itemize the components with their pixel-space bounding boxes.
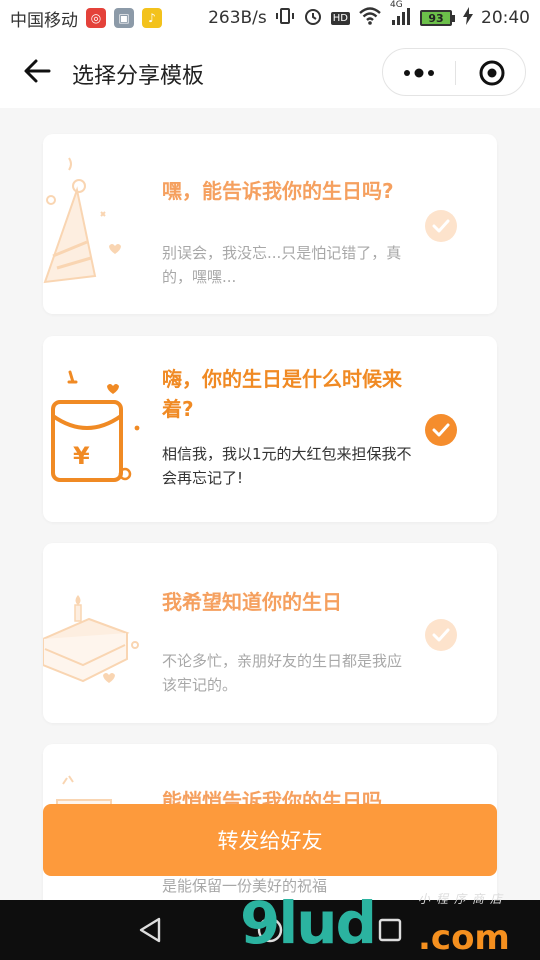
system-recent-button[interactable] xyxy=(374,914,406,946)
red-envelope-yuan-icon: ¥ xyxy=(51,370,140,482)
system-home-button[interactable] xyxy=(254,914,286,946)
signal-icon: 4G xyxy=(390,0,412,31)
network-type: 4G xyxy=(390,0,403,10)
carrier-label: 中国移动 xyxy=(10,10,78,31)
network-speed: 263B/s xyxy=(208,8,267,28)
alarm-icon xyxy=(303,6,323,31)
template-card-1[interactable]: 嘿，能告诉我你的生日吗? 别误会，我没忘...只是怕记错了，真的，嘿嘿... xyxy=(43,134,497,314)
music-app-icon: ♪ xyxy=(142,8,162,28)
battery-icon: 93 xyxy=(420,10,455,26)
check-circle-icon xyxy=(425,210,457,242)
square-recent-icon xyxy=(378,918,402,942)
vibrate-icon xyxy=(275,6,295,31)
template-subtitle: 别误会，我没忘...只是怕记错了，真的，嘿嘿... xyxy=(162,244,402,286)
gallery-icon: ▣ xyxy=(114,8,134,28)
charging-icon xyxy=(463,6,473,30)
check-circle-icon xyxy=(425,619,457,651)
triangle-back-icon xyxy=(139,917,161,943)
hd-badge: HD xyxy=(330,11,350,25)
target-circle-icon xyxy=(479,60,504,86)
template-subtitle: 不论多忙，亲朋好友的生日都是我应该牢记的。 xyxy=(162,652,403,694)
share-to-friend-button[interactable]: 转发给好友 xyxy=(43,804,497,876)
svg-text:¥: ¥ xyxy=(73,442,90,470)
template-title: 嗨，你的生日是什么时候来着? xyxy=(162,367,402,421)
check-circle-icon xyxy=(425,414,457,446)
system-back-button[interactable] xyxy=(134,914,166,946)
close-miniprogram-button[interactable] xyxy=(456,49,527,97)
page-title: 选择分享模板 xyxy=(72,64,205,89)
more-button[interactable] xyxy=(383,49,455,97)
template-list: 嘿，能告诉我你的生日吗? 别误会，我没忘...只是怕记错了，真的，嘿嘿... ¥… xyxy=(0,108,540,900)
system-nav-bar xyxy=(0,900,540,960)
template-subtitle: 相信我，我以1元的大红包来担保我不会再忘记了! xyxy=(162,445,412,487)
template-card-2[interactable]: ¥ 嗨，你的生日是什么时候来着? 相信我，我以1元的大红包来担保我不会再忘记了! xyxy=(43,336,497,522)
battery-level: 93 xyxy=(420,10,452,26)
template-title: 我希望知道你的生日 xyxy=(162,590,342,614)
wifi-icon xyxy=(358,6,382,31)
more-dots-icon xyxy=(404,68,434,78)
template-subtitle: 是能保留一份美好的祝福 xyxy=(162,877,328,895)
party-hat-icon xyxy=(43,157,121,284)
birthday-cake-icon xyxy=(43,595,139,683)
back-button[interactable] xyxy=(20,54,54,88)
nav-bar: 选择分享模板 xyxy=(0,36,540,108)
status-bar: 中国移动 ◎ ▣ ♪ 263B/s HD 4G 93 20:40 xyxy=(0,0,540,36)
template-card-3[interactable]: 我希望知道你的生日 不论多忙，亲朋好友的生日都是我应该牢记的。 xyxy=(43,543,497,723)
circle-home-icon xyxy=(257,917,283,943)
netease-music-icon: ◎ xyxy=(86,8,106,28)
clock-time: 20:40 xyxy=(481,8,530,28)
arrow-left-icon xyxy=(24,59,51,83)
miniprogram-capsule xyxy=(382,48,526,96)
template-title: 嘿，能告诉我你的生日吗? xyxy=(162,179,394,203)
